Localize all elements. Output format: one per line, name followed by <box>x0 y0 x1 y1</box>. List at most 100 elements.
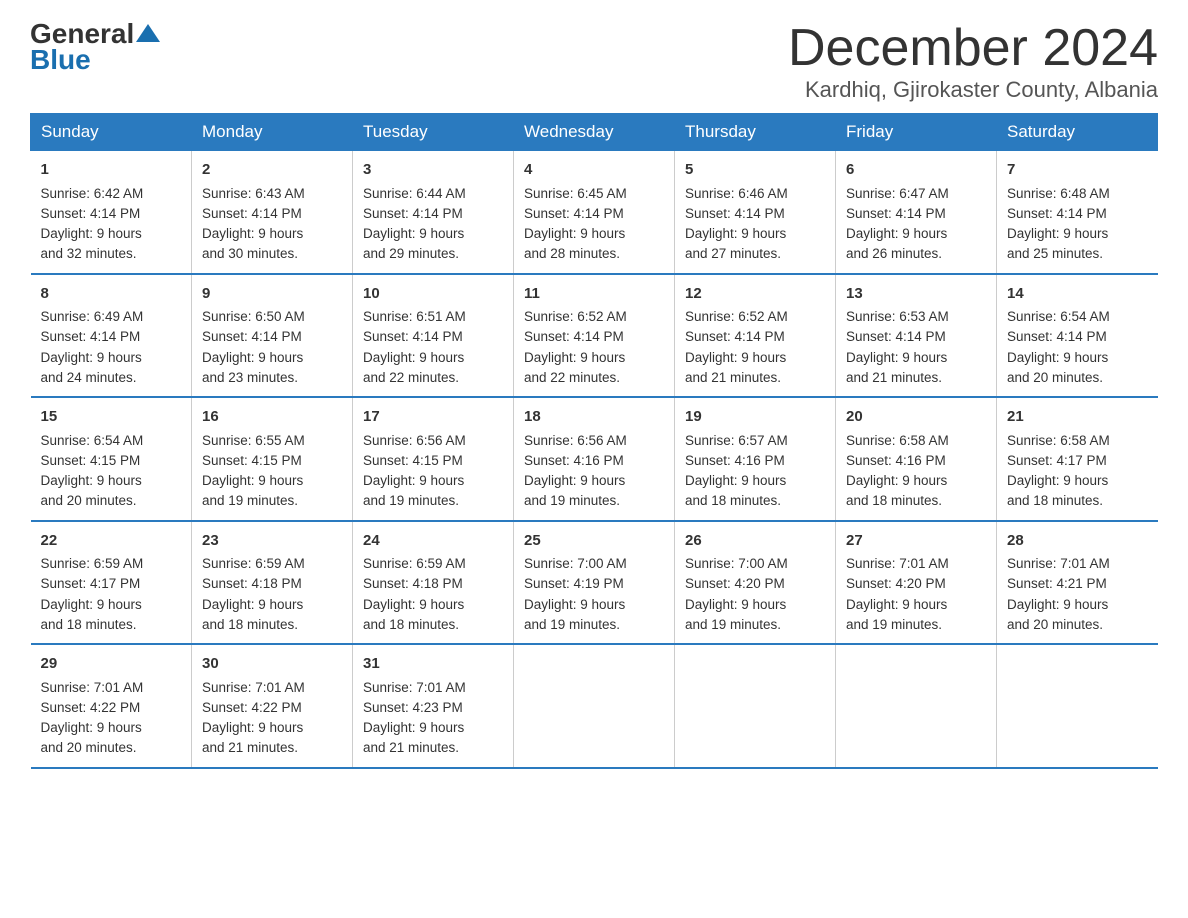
calendar-cell: 13 Sunrise: 6:53 AM Sunset: 4:14 PM Dayli… <box>836 274 997 398</box>
day-info: Sunrise: 6:49 AM Sunset: 4:14 PM Dayligh… <box>41 309 144 385</box>
day-number: 5 <box>685 159 825 182</box>
day-info: Sunrise: 7:01 AM Sunset: 4:21 PM Dayligh… <box>1007 556 1110 632</box>
day-number: 6 <box>846 159 986 182</box>
calendar-cell: 4 Sunrise: 6:45 AM Sunset: 4:14 PM Daylig… <box>514 151 675 274</box>
day-info: Sunrise: 6:56 AM Sunset: 4:15 PM Dayligh… <box>363 433 466 509</box>
day-info: Sunrise: 7:00 AM Sunset: 4:19 PM Dayligh… <box>524 556 627 632</box>
day-info: Sunrise: 6:58 AM Sunset: 4:16 PM Dayligh… <box>846 433 949 509</box>
calendar-cell: 29 Sunrise: 7:01 AM Sunset: 4:22 PM Dayli… <box>31 644 192 768</box>
day-info: Sunrise: 6:54 AM Sunset: 4:15 PM Dayligh… <box>41 433 144 509</box>
calendar-cell: 9Sunrise: 6:50 AM Sunset: 4:14 PM Daylig… <box>192 274 353 398</box>
day-info: Sunrise: 6:48 AM Sunset: 4:14 PM Dayligh… <box>1007 186 1110 262</box>
page-header: General Blue December 2024 Kardhiq, Gjir… <box>30 20 1158 103</box>
day-number: 27 <box>846 530 986 553</box>
calendar-week-5: 29 Sunrise: 7:01 AM Sunset: 4:22 PM Dayli… <box>31 644 1158 768</box>
calendar-cell: 8 Sunrise: 6:49 AM Sunset: 4:14 PM Daylig… <box>31 274 192 398</box>
day-info: Sunrise: 6:45 AM Sunset: 4:14 PM Dayligh… <box>524 186 627 262</box>
header-tuesday: Tuesday <box>353 114 514 151</box>
day-number: 28 <box>1007 530 1148 553</box>
calendar-cell: 27 Sunrise: 7:01 AM Sunset: 4:20 PM Dayli… <box>836 521 997 645</box>
day-info: Sunrise: 6:44 AM Sunset: 4:14 PM Dayligh… <box>363 186 466 262</box>
day-number: 23 <box>202 530 342 553</box>
day-info: Sunrise: 7:01 AM Sunset: 4:20 PM Dayligh… <box>846 556 949 632</box>
day-number: 11 <box>524 283 664 306</box>
calendar-week-3: 15 Sunrise: 6:54 AM Sunset: 4:15 PM Dayli… <box>31 397 1158 521</box>
day-number: 3 <box>363 159 503 182</box>
day-number: 4 <box>524 159 664 182</box>
calendar-cell: 31Sunrise: 7:01 AM Sunset: 4:23 PM Dayli… <box>353 644 514 768</box>
header-sunday: Sunday <box>31 114 192 151</box>
calendar-cell: 6 Sunrise: 6:47 AM Sunset: 4:14 PM Daylig… <box>836 151 997 274</box>
day-number: 29 <box>41 653 182 676</box>
day-number: 16 <box>202 406 342 429</box>
logo-arrow-icon <box>134 20 162 48</box>
day-info: Sunrise: 7:01 AM Sunset: 4:23 PM Dayligh… <box>363 680 466 756</box>
calendar-cell: 17 Sunrise: 6:56 AM Sunset: 4:15 PM Dayli… <box>353 397 514 521</box>
calendar-cell: 16 Sunrise: 6:55 AM Sunset: 4:15 PM Dayli… <box>192 397 353 521</box>
day-info: Sunrise: 6:51 AM Sunset: 4:14 PM Dayligh… <box>363 309 466 385</box>
logo: General Blue <box>30 20 162 76</box>
calendar-cell: 25 Sunrise: 7:00 AM Sunset: 4:19 PM Dayli… <box>514 521 675 645</box>
calendar-table: SundayMondayTuesdayWednesdayThursdayFrid… <box>30 113 1158 769</box>
day-number: 30 <box>202 653 342 676</box>
day-number: 17 <box>363 406 503 429</box>
header-monday: Monday <box>192 114 353 151</box>
day-number: 25 <box>524 530 664 553</box>
day-number: 13 <box>846 283 986 306</box>
calendar-week-1: 1 Sunrise: 6:42 AM Sunset: 4:14 PM Daylig… <box>31 151 1158 274</box>
day-info: Sunrise: 6:56 AM Sunset: 4:16 PM Dayligh… <box>524 433 627 509</box>
day-info: Sunrise: 6:52 AM Sunset: 4:14 PM Dayligh… <box>685 309 788 385</box>
day-number: 26 <box>685 530 825 553</box>
calendar-cell: 1 Sunrise: 6:42 AM Sunset: 4:14 PM Daylig… <box>31 151 192 274</box>
calendar-cell: 21Sunrise: 6:58 AM Sunset: 4:17 PM Dayli… <box>997 397 1158 521</box>
calendar-week-2: 8 Sunrise: 6:49 AM Sunset: 4:14 PM Daylig… <box>31 274 1158 398</box>
calendar-cell: 18 Sunrise: 6:56 AM Sunset: 4:16 PM Dayli… <box>514 397 675 521</box>
day-info: Sunrise: 6:53 AM Sunset: 4:14 PM Dayligh… <box>846 309 949 385</box>
day-number: 7 <box>1007 159 1148 182</box>
calendar-cell: 2Sunrise: 6:43 AM Sunset: 4:14 PM Daylig… <box>192 151 353 274</box>
day-info: Sunrise: 6:43 AM Sunset: 4:14 PM Dayligh… <box>202 186 305 262</box>
title-block: December 2024 Kardhiq, Gjirokaster Count… <box>788 20 1158 103</box>
calendar-cell: 28 Sunrise: 7:01 AM Sunset: 4:21 PM Dayli… <box>997 521 1158 645</box>
day-info: Sunrise: 6:59 AM Sunset: 4:18 PM Dayligh… <box>363 556 466 632</box>
day-info: Sunrise: 7:01 AM Sunset: 4:22 PM Dayligh… <box>41 680 144 756</box>
day-info: Sunrise: 6:59 AM Sunset: 4:18 PM Dayligh… <box>202 556 305 632</box>
calendar-header-row: SundayMondayTuesdayWednesdayThursdayFrid… <box>31 114 1158 151</box>
header-saturday: Saturday <box>997 114 1158 151</box>
calendar-cell: 30Sunrise: 7:01 AM Sunset: 4:22 PM Dayli… <box>192 644 353 768</box>
day-number: 14 <box>1007 283 1148 306</box>
calendar-cell: 23 Sunrise: 6:59 AM Sunset: 4:18 PM Dayli… <box>192 521 353 645</box>
calendar-cell: 22Sunrise: 6:59 AM Sunset: 4:17 PM Dayli… <box>31 521 192 645</box>
day-info: Sunrise: 6:57 AM Sunset: 4:16 PM Dayligh… <box>685 433 788 509</box>
day-number: 15 <box>41 406 182 429</box>
calendar-cell: 26 Sunrise: 7:00 AM Sunset: 4:20 PM Dayli… <box>675 521 836 645</box>
day-number: 1 <box>41 159 182 182</box>
day-number: 19 <box>685 406 825 429</box>
day-info: Sunrise: 6:52 AM Sunset: 4:14 PM Dayligh… <box>524 309 627 385</box>
calendar-cell <box>514 644 675 768</box>
header-friday: Friday <box>836 114 997 151</box>
calendar-cell: 11 Sunrise: 6:52 AM Sunset: 4:14 PM Dayli… <box>514 274 675 398</box>
day-info: Sunrise: 6:55 AM Sunset: 4:15 PM Dayligh… <box>202 433 305 509</box>
day-info: Sunrise: 6:42 AM Sunset: 4:14 PM Dayligh… <box>41 186 144 262</box>
calendar-cell: 24 Sunrise: 6:59 AM Sunset: 4:18 PM Dayli… <box>353 521 514 645</box>
day-info: Sunrise: 6:54 AM Sunset: 4:14 PM Dayligh… <box>1007 309 1110 385</box>
calendar-cell <box>997 644 1158 768</box>
calendar-cell: 5 Sunrise: 6:46 AM Sunset: 4:14 PM Daylig… <box>675 151 836 274</box>
day-info: Sunrise: 6:46 AM Sunset: 4:14 PM Dayligh… <box>685 186 788 262</box>
calendar-cell: 14 Sunrise: 6:54 AM Sunset: 4:14 PM Dayli… <box>997 274 1158 398</box>
day-number: 10 <box>363 283 503 306</box>
day-number: 8 <box>41 283 182 306</box>
calendar-cell: 20 Sunrise: 6:58 AM Sunset: 4:16 PM Dayli… <box>836 397 997 521</box>
logo-text-blue: Blue <box>30 44 91 76</box>
calendar-cell: 10 Sunrise: 6:51 AM Sunset: 4:14 PM Dayli… <box>353 274 514 398</box>
calendar-cell <box>675 644 836 768</box>
day-number: 18 <box>524 406 664 429</box>
day-number: 24 <box>363 530 503 553</box>
day-number: 9 <box>202 283 342 306</box>
day-info: Sunrise: 6:47 AM Sunset: 4:14 PM Dayligh… <box>846 186 949 262</box>
header-thursday: Thursday <box>675 114 836 151</box>
day-info: Sunrise: 7:00 AM Sunset: 4:20 PM Dayligh… <box>685 556 788 632</box>
day-number: 20 <box>846 406 986 429</box>
day-info: Sunrise: 6:59 AM Sunset: 4:17 PM Dayligh… <box>41 556 144 632</box>
